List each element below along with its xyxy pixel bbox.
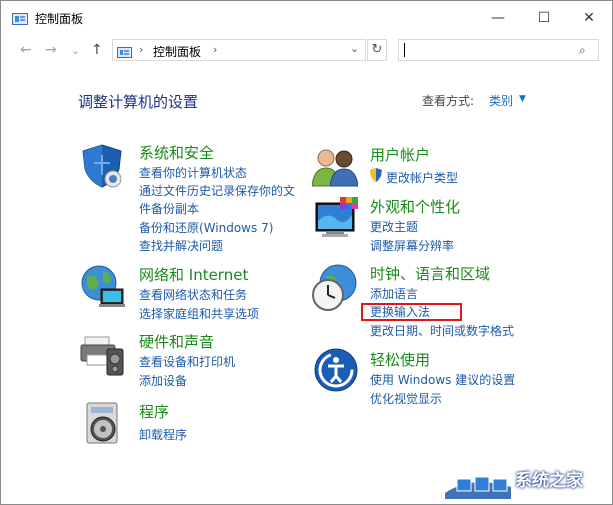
- chevron-down-icon: ⌄: [71, 44, 81, 57]
- refresh-button[interactable]: ↻: [367, 39, 387, 61]
- maximize-icon: ☐: [537, 10, 551, 26]
- link-recommended-settings[interactable]: 使用 Windows 建议的设置: [370, 371, 515, 388]
- minimize-icon: —: [491, 10, 505, 26]
- forward-arrow-icon: →: [45, 42, 57, 58]
- watermark-text: 系统之家: [515, 471, 583, 491]
- link-optimize-display[interactable]: 优化视觉显示: [370, 390, 442, 407]
- category-programs-title[interactable]: 程序: [139, 401, 169, 422]
- link-screen-resolution[interactable]: 调整屏幕分辨率: [370, 237, 454, 254]
- category-system-security-title[interactable]: 系统和安全: [139, 142, 214, 163]
- printer-icon[interactable]: [79, 331, 127, 383]
- control-panel-app-icon: [12, 11, 28, 30]
- link-file-history[interactable]: 通过文件历史记录保存你的文: [139, 182, 295, 199]
- address-dropdown-icon[interactable]: ⌄: [350, 42, 359, 55]
- minimize-button[interactable]: —: [475, 1, 521, 35]
- link-troubleshoot[interactable]: 查找并解决问题: [139, 237, 223, 254]
- globe-network-icon[interactable]: [79, 263, 127, 315]
- link-add-device[interactable]: 添加设备: [139, 372, 187, 389]
- link-homegroup-sharing[interactable]: 选择家庭组和共享选项: [139, 305, 259, 322]
- category-network-internet-title[interactable]: 网络和 Internet: [139, 264, 248, 285]
- search-icon[interactable]: ⌕: [579, 43, 586, 58]
- page-heading: 调整计算机的设置: [78, 93, 199, 111]
- link-backup-restore[interactable]: 备份和还原(Windows 7): [139, 219, 273, 236]
- search-input[interactable]: ⌕: [398, 39, 599, 61]
- link-date-time-format[interactable]: 更改日期、时间或数字格式: [370, 322, 514, 339]
- text-cursor: [404, 43, 405, 57]
- breadcrumb-separator-end[interactable]: ›: [213, 43, 217, 56]
- view-by-label: 查看方式:: [422, 94, 475, 108]
- category-user-accounts-title[interactable]: 用户帐户: [370, 144, 430, 165]
- ease-of-access-icon[interactable]: [314, 348, 358, 396]
- back-arrow-icon: ←: [20, 42, 32, 58]
- close-icon: ✕: [583, 10, 595, 26]
- recent-locations-button[interactable]: ⌄: [71, 44, 80, 57]
- breadcrumb-separator[interactable]: ›: [139, 43, 143, 56]
- link-change-theme[interactable]: 更改主题: [370, 218, 418, 235]
- programs-disc-icon[interactable]: [83, 401, 123, 451]
- monitor-personalize-icon[interactable]: [314, 197, 360, 247]
- category-ease-of-access-title[interactable]: 轻松使用: [370, 349, 430, 370]
- link-uninstall-program[interactable]: 卸载程序: [139, 426, 187, 443]
- refresh-icon: ↻: [371, 42, 383, 57]
- uac-shield-icon: [370, 167, 382, 186]
- up-arrow-icon: ↑: [91, 42, 103, 58]
- view-by-dropdown[interactable]: 类别: [489, 92, 513, 109]
- breadcrumb-control-panel[interactable]: 控制面板: [153, 43, 201, 60]
- link-file-history-cont[interactable]: 件备份副本: [139, 200, 199, 217]
- back-button[interactable]: ←: [20, 42, 32, 58]
- maximize-button[interactable]: ☐: [521, 1, 567, 35]
- control-panel-window: 控制面板 — ☐ ✕ ← → ⌄ ↑ › 控制面板 › ⌄ ↻ ⌕ 调整计算机的…: [0, 0, 613, 505]
- forward-button[interactable]: →: [45, 42, 57, 58]
- close-button[interactable]: ✕: [566, 1, 612, 35]
- address-bar[interactable]: › 控制面板 › ⌄: [112, 39, 366, 61]
- title-bar: 控制面板 — ☐ ✕: [1, 1, 612, 35]
- view-by-arrow-icon[interactable]: ▼: [519, 94, 526, 104]
- link-change-account-type[interactable]: 更改帐户类型: [386, 169, 458, 186]
- highlight-box: [361, 303, 462, 321]
- category-appearance-title[interactable]: 外观和个性化: [370, 196, 460, 217]
- link-add-language[interactable]: 添加语言: [370, 285, 418, 302]
- category-hardware-sound-title[interactable]: 硬件和声音: [139, 331, 214, 352]
- link-view-computer-status[interactable]: 查看你的计算机状态: [139, 164, 247, 181]
- category-clock-language-title[interactable]: 时钟、语言和区域: [370, 263, 490, 284]
- link-devices-printers[interactable]: 查看设备和打印机: [139, 353, 235, 370]
- window-title: 控制面板: [35, 12, 84, 26]
- up-button[interactable]: ↑: [91, 42, 103, 58]
- link-network-status[interactable]: 查看网络状态和任务: [139, 286, 247, 303]
- shield-icon[interactable]: [79, 143, 125, 193]
- users-icon[interactable]: [311, 146, 359, 192]
- clock-globe-icon[interactable]: [310, 263, 360, 317]
- control-panel-small-icon: [117, 44, 132, 63]
